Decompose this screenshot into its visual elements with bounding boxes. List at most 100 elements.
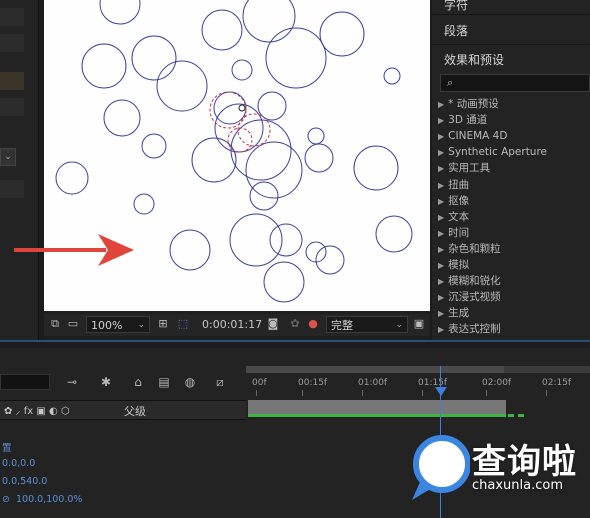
zoom-select[interactable]: 100% ⌄	[86, 316, 150, 333]
position-value[interactable]: 0.0,540.0	[2, 476, 47, 487]
expand-triangle-icon[interactable]: ▶	[438, 164, 444, 173]
expand-triangle-icon[interactable]: ▶	[438, 116, 444, 125]
watermark-url: chaxunla.com	[472, 478, 563, 493]
expand-triangle-icon[interactable]: ▶	[438, 229, 444, 238]
tab-effects-presets[interactable]: 效果和预设	[444, 51, 504, 68]
effects-category-item[interactable]: ▶ 抠像	[438, 193, 469, 209]
expand-triangle-icon[interactable]: ▶	[438, 309, 444, 318]
effects-category-item[interactable]: ▶ Synthetic Aperture	[438, 144, 547, 160]
effects-category-item[interactable]: ▶ CINEMA 4D	[438, 128, 507, 144]
particle-circle	[55, 161, 89, 195]
effects-category-item[interactable]: ▶ * 动画预设	[438, 96, 499, 112]
panel-row	[0, 98, 24, 116]
mask-icon[interactable]: ⬚	[176, 317, 190, 331]
tab-paragraph[interactable]: 段落	[444, 22, 468, 39]
flowchart-icon[interactable]: ⊸	[64, 374, 80, 390]
particle-circle	[131, 35, 177, 81]
timeline-search-input[interactable]	[0, 374, 50, 390]
effects-category-item[interactable]: ▶ 模糊和锐化	[438, 273, 501, 289]
effects-category-label: 生成	[448, 307, 470, 320]
effects-category-item[interactable]: ▶ 实用工具	[438, 160, 490, 176]
project-panel: ⌄	[0, 0, 39, 340]
expand-triangle-icon[interactable]: ▶	[438, 245, 444, 254]
particle-circle	[353, 145, 399, 191]
selected-particle-circle	[209, 91, 247, 129]
grid-icon[interactable]: ⊞	[156, 317, 170, 331]
ruler-tick-label: 00:15f	[298, 378, 328, 388]
expand-triangle-icon[interactable]: ▶	[438, 293, 444, 302]
effects-category-item[interactable]: ▶ 时间	[438, 225, 469, 241]
arrow-annotation	[14, 234, 134, 266]
camera-icon[interactable]: ◙	[266, 317, 280, 331]
particle-circle	[383, 67, 401, 85]
panel-row-selected[interactable]	[0, 72, 24, 90]
playhead-handle[interactable]	[435, 387, 447, 396]
effects-category-label: 文本	[448, 210, 470, 223]
resolution-value: 完整	[331, 319, 353, 332]
particle-circle	[269, 223, 303, 257]
region-icon[interactable]: ▣	[412, 317, 426, 331]
work-area-bar[interactable]	[246, 366, 590, 373]
particle-circle	[133, 193, 155, 215]
effects-category-label: 时间	[448, 226, 470, 239]
effects-category-item[interactable]: ▶ 文本	[438, 209, 469, 225]
effects-category-item[interactable]: ▶ 扭曲	[438, 177, 469, 193]
selected-particle-circle	[237, 113, 271, 147]
expand-triangle-icon[interactable]: ▶	[438, 325, 444, 334]
color-icon[interactable]: ✿	[288, 317, 302, 331]
anchor-value[interactable]: 0.0,0.0	[2, 458, 35, 469]
hide-shy-icon[interactable]: ⌂	[130, 374, 146, 390]
chevron-down-icon: ⌄	[395, 320, 403, 330]
expand-triangle-icon[interactable]: ▶	[438, 261, 444, 270]
effects-category-item[interactable]: ▶ 模拟	[438, 257, 469, 273]
expand-triangle-icon[interactable]: ▶	[438, 213, 444, 222]
expand-triangle-icon[interactable]: ▶	[438, 132, 444, 141]
ruler-tick	[256, 390, 257, 396]
expand-triangle-icon[interactable]: ▶	[438, 277, 444, 286]
layer-duration-bar[interactable]	[248, 400, 506, 414]
ruler-tick-label: 00f	[252, 378, 267, 388]
layer-column-header: ✿ ⸝ fx ▣ ◐ ⬡ 父级	[0, 400, 246, 420]
effects-presets-panel: 字符 段落 效果和预设 ⌕ ▶ * 动画预设 ▶ 3D 通道 ▶ CINEMA 4D ▶ Sy…	[432, 0, 590, 340]
effects-category-item[interactable]: ▶ 表达式控制	[438, 321, 501, 337]
anchor-point-marker[interactable]	[238, 104, 246, 112]
expand-triangle-icon[interactable]: ▶	[438, 100, 444, 109]
watermark-logo-icon	[412, 435, 470, 500]
effects-category-item[interactable]: ▶ 3D 通道	[438, 112, 487, 128]
resolution-select[interactable]: 完整 ⌄	[326, 316, 408, 333]
link-icon[interactable]: ⊘	[2, 494, 10, 505]
switches-icons[interactable]: ✿ ⸝ fx ▣ ◐ ⬡	[4, 403, 70, 417]
expand-triangle-icon[interactable]: ▶	[438, 197, 444, 206]
tab-character[interactable]: 字符	[444, 0, 468, 13]
zoom-value: 100%	[91, 319, 123, 332]
effects-search-input[interactable]: ⌕	[440, 74, 590, 92]
chevron-down-icon: ⌄	[137, 320, 145, 330]
expand-triangle-icon[interactable]: ▶	[438, 148, 444, 157]
effects-category-item[interactable]: ▶ 杂色和颗粒	[438, 241, 501, 257]
snapshot-icon[interactable]: ⧉	[48, 317, 62, 331]
dropdown-chevron-icon[interactable]: ⌄	[0, 148, 16, 166]
search-icon: ⌕	[447, 76, 454, 89]
draft-3d-icon[interactable]: ✱	[98, 374, 114, 390]
frame-blend-icon[interactable]: ▤	[156, 374, 172, 390]
effects-category-label: 实用工具	[448, 162, 491, 175]
effects-category-item[interactable]: ▶ 沉浸式视频	[438, 289, 501, 305]
particle-circle	[99, 0, 141, 25]
graph-editor-icon[interactable]: ⧄	[212, 374, 228, 390]
monitor-icon[interactable]: ▭	[66, 317, 80, 331]
expand-triangle-icon[interactable]: ▶	[438, 181, 444, 190]
motion-blur-icon[interactable]: ◍	[182, 374, 198, 390]
effects-category-item[interactable]: ▶ 生成	[438, 305, 469, 321]
channel-icon[interactable]: ●	[306, 317, 320, 331]
effects-category-label: * 动画预设	[448, 98, 499, 110]
work-area-range[interactable]	[246, 366, 504, 373]
scale-value[interactable]: 100.0,100.0%	[16, 494, 82, 505]
ruler-tick-label: 02:15f	[542, 378, 572, 388]
viewer-toolbar: ⧉ ▭ 100% ⌄ ⊞ ⬚ 0:00:01:17 ◙ ✿ ● 完整 ⌄ ▣	[44, 314, 430, 336]
timecode[interactable]: 0:00:01:17	[202, 317, 262, 333]
particle-circle	[81, 43, 127, 89]
time-ruler[interactable]: 00f 00:15f 01:00f 01:15f 02:00f 02:15f	[246, 374, 590, 396]
ruler-tick-label: 02:00f	[482, 378, 512, 388]
selected-particle-circle	[227, 127, 253, 153]
position-property-label: 置	[2, 443, 12, 454]
